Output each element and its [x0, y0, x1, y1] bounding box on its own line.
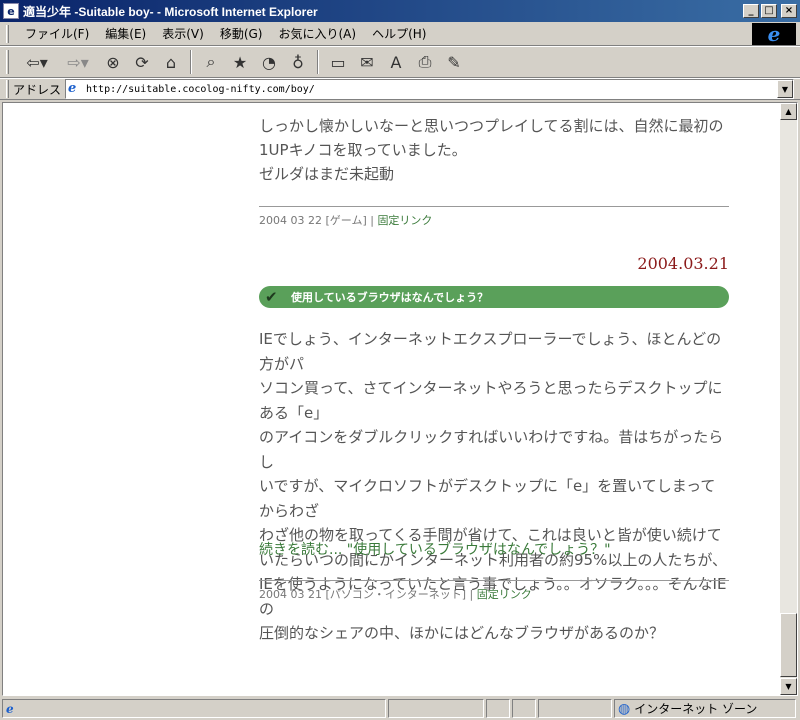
text-line: のアイコンをダブルクリックすればいいわけですね。昔はちがったらし [259, 428, 724, 471]
date-header: 2004.03.21 [637, 254, 729, 273]
ie-logo-icon: e [767, 22, 781, 46]
search-icon[interactable]: ⌕ [198, 49, 224, 75]
stop-icon[interactable]: ⊗ [100, 49, 126, 75]
address-label: アドレス [13, 82, 62, 97]
home-icon[interactable]: ⌂ [158, 49, 184, 75]
edit-icon[interactable]: ✎ [441, 49, 467, 75]
page-icon: e [68, 81, 77, 96]
menu-grip[interactable] [6, 24, 9, 43]
menu-favorites[interactable]: お気に入り(A) [270, 23, 364, 44]
entry-title-bar: ✔ 使用しているブラウザはなんでしょう？ [259, 286, 729, 308]
entry-meta: 2004 03 21 [パソコン・インターネット] | [259, 588, 477, 601]
scroll-down-button[interactable]: ▼ [780, 678, 797, 695]
entry-footer: 2004 03 21 [パソコン・インターネット] | 固定リンク [259, 580, 729, 602]
fullscreen-icon[interactable]: ▭ [325, 49, 351, 75]
continue-reading-link[interactable]: 続きを読む... "使用しているブラウザはなんでしょう？" [259, 539, 611, 559]
address-bar: アドレス e http://suitable.cocolog-nifty.com… [0, 78, 800, 100]
toolbar-separator [190, 50, 192, 74]
entry-title[interactable]: 使用しているブラウザはなんでしょう？ [291, 289, 488, 305]
checkmark-icon: ✔ [265, 288, 278, 306]
permalink-link[interactable]: 固定リンク [377, 214, 432, 227]
zone-pane: ◍ インターネット ゾーン [614, 699, 796, 718]
font-icon[interactable]: A [383, 49, 409, 75]
refresh-icon[interactable]: ⟳ [129, 49, 155, 75]
entry-meta: 2004 03 22 [ゲーム] | [259, 214, 378, 227]
status-pane [512, 699, 536, 718]
status-text-pane: e [2, 699, 386, 718]
maximize-button[interactable]: □ [761, 4, 777, 18]
status-pane [486, 699, 510, 718]
address-url[interactable]: http://suitable.cocolog-nifty.com/boy/ [86, 84, 315, 95]
entry-footer: 2004 03 22 [ゲーム] | 固定リンク [259, 206, 729, 228]
channels-icon[interactable]: ♁ [285, 49, 311, 75]
text-line: ゼルダはまだ未起動 [259, 165, 395, 183]
address-grip[interactable] [6, 80, 9, 98]
text-line: ソコン買って、さてインターネットやろうと思ったらデスクトップにある「e」 [259, 379, 723, 422]
menu-bar: ファイル(F) 編集(E) 表示(V) 移動(G) お気に入り(A) ヘルプ(H… [0, 22, 800, 46]
ie-throbber: e [752, 22, 796, 46]
text-line: IEでしょう、インターネットエクスプローラーでしょう、ほとんどの方がパ [259, 330, 722, 373]
menu-edit[interactable]: 編集(E) [97, 23, 154, 44]
page-viewport: しっかし懐かしいなーと思いつつプレイしてる割には、自然に最初の 1UPキノコを取… [2, 102, 798, 696]
address-input[interactable]: e http://suitable.cocolog-nifty.com/boy/… [65, 79, 794, 99]
favorites-icon[interactable]: ★ [227, 49, 253, 75]
vertical-scrollbar[interactable]: ▲ ▼ [780, 103, 797, 695]
ie-page-icon: e [3, 3, 19, 19]
scroll-thumb[interactable] [780, 613, 797, 677]
status-pane [538, 699, 612, 718]
page-status-icon: e [6, 701, 14, 716]
toolbar-separator [317, 50, 319, 74]
text-line: 圧倒的なシェアの中、ほかにはどんなブラウザがあるのか？ [259, 624, 665, 642]
menu-view[interactable]: 表示(V) [154, 23, 212, 44]
globe-icon: ◍ [618, 700, 631, 717]
status-bar: e ◍ インターネット ゾーン [0, 697, 800, 720]
menu-file[interactable]: ファイル(F) [17, 23, 97, 44]
history-icon[interactable]: ◔ [256, 49, 282, 75]
window-title: 適当少年 -Suitable boy- - Microsoft Internet… [23, 4, 318, 19]
close-button[interactable]: × [781, 4, 797, 18]
text-line: 1UPキノコを取っていました。 [259, 141, 467, 159]
menu-go[interactable]: 移動(G) [212, 23, 271, 44]
title-bar: e 適当少年 -Suitable boy- - Microsoft Intern… [0, 0, 800, 22]
permalink-link[interactable]: 固定リンク [477, 588, 532, 601]
zone-label: インターネット ゾーン [634, 702, 758, 716]
back-icon[interactable]: ⇦▾ [18, 49, 56, 75]
forward-icon[interactable]: ⇨▾ [59, 49, 97, 75]
toolbar-grip[interactable] [6, 50, 9, 74]
address-dropdown-button[interactable]: ▼ [777, 80, 793, 98]
scroll-up-button[interactable]: ▲ [780, 103, 797, 120]
minimize-button[interactable]: _ [743, 4, 759, 18]
text-line: しっかし懐かしいなーと思いつつプレイしてる割には、自然に最初の [259, 117, 724, 135]
status-progress-pane [388, 699, 484, 718]
text-line: いですが、マイクロソフトがデスクトップに「e」を置いてしまってからわざ [259, 477, 716, 520]
print-icon[interactable]: ⎙ [412, 49, 438, 75]
menu-help[interactable]: ヘルプ(H) [364, 23, 434, 44]
mail-icon[interactable]: ✉ [354, 49, 380, 75]
standard-toolbar: ⇦▾ ⇨▾ ⊗ ⟳ ⌂ ⌕ ★ ◔ ♁ ▭ ✉ A ⎙ ✎ [0, 46, 800, 78]
